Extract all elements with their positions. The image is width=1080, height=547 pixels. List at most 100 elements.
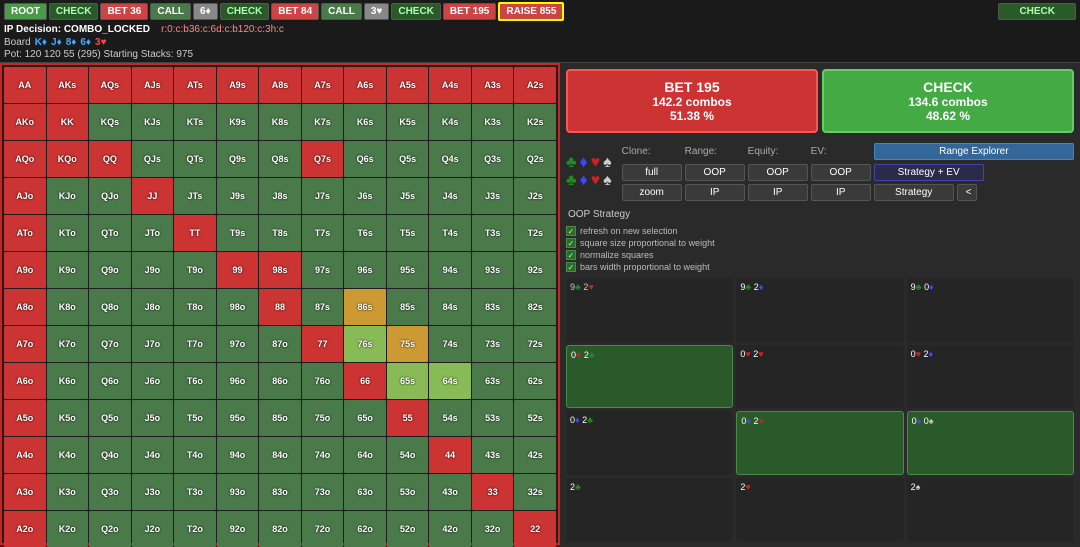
matrix-cell-2-9[interactable]: Q5s xyxy=(387,141,429,177)
matrix-cell-5-0[interactable]: A9o xyxy=(4,252,46,288)
matrix-cell-6-3[interactable]: J8o xyxy=(132,289,174,325)
matrix-cell-1-10[interactable]: K4s xyxy=(429,104,471,140)
matrix-cell-10-12[interactable]: 42s xyxy=(514,437,556,473)
matrix-cell-12-12[interactable]: 22 xyxy=(514,511,556,547)
matrix-cell-1-9[interactable]: K5s xyxy=(387,104,429,140)
matrix-cell-5-3[interactable]: J9o xyxy=(132,252,174,288)
matrix-cell-4-6[interactable]: T8s xyxy=(259,215,301,251)
matrix-cell-1-6[interactable]: K8s xyxy=(259,104,301,140)
matrix-cell-4-4[interactable]: TT xyxy=(174,215,216,251)
matrix-cell-6-11[interactable]: 83s xyxy=(472,289,514,325)
matrix-cell-2-8[interactable]: Q6s xyxy=(344,141,386,177)
matrix-cell-4-8[interactable]: T6s xyxy=(344,215,386,251)
matrix-cell-7-4[interactable]: T7o xyxy=(174,326,216,362)
matrix-cell-11-2[interactable]: Q3o xyxy=(89,474,131,510)
matrix-cell-6-0[interactable]: A8o xyxy=(4,289,46,325)
card-cell-3[interactable]: 0♥ 2♣ xyxy=(566,345,733,409)
matrix-cell-11-10[interactable]: 43o xyxy=(429,474,471,510)
matrix-cell-9-7[interactable]: 75o xyxy=(302,400,344,436)
club-icon-1[interactable]: ♣ xyxy=(566,154,577,172)
matrix-cell-0-12[interactable]: A2s xyxy=(514,67,556,103)
matrix-cell-10-6[interactable]: 84o xyxy=(259,437,301,473)
matrix-cell-9-6[interactable]: 85o xyxy=(259,400,301,436)
matrix-cell-2-4[interactable]: QTs xyxy=(174,141,216,177)
matrix-cell-10-8[interactable]: 64o xyxy=(344,437,386,473)
card-cell-10[interactable]: 2♥ xyxy=(736,478,903,542)
matrix-cell-7-10[interactable]: 74s xyxy=(429,326,471,362)
matrix-cell-3-8[interactable]: J6s xyxy=(344,178,386,214)
matrix-cell-1-4[interactable]: KTs xyxy=(174,104,216,140)
matrix-cell-0-11[interactable]: A3s xyxy=(472,67,514,103)
matrix-cell-12-10[interactable]: 42o xyxy=(429,511,471,547)
matrix-cell-6-8[interactable]: 86s xyxy=(344,289,386,325)
matrix-cell-7-9[interactable]: 75s xyxy=(387,326,429,362)
matrix-cell-2-5[interactable]: Q9s xyxy=(217,141,259,177)
matrix-cell-9-4[interactable]: T5o xyxy=(174,400,216,436)
card-cell-4[interactable]: 0♥ 2♥ xyxy=(736,345,903,409)
matrix-cell-6-9[interactable]: 85s xyxy=(387,289,429,325)
matrix-cell-8-3[interactable]: J6o xyxy=(132,363,174,399)
matrix-cell-11-6[interactable]: 83o xyxy=(259,474,301,510)
cb-refresh[interactable]: ✓ xyxy=(566,226,576,236)
matrix-cell-5-8[interactable]: 96s xyxy=(344,252,386,288)
matrix-cell-12-8[interactable]: 62o xyxy=(344,511,386,547)
zoom-btn[interactable]: zoom xyxy=(622,184,682,201)
matrix-cell-12-1[interactable]: K2o xyxy=(47,511,89,547)
matrix-cell-10-0[interactable]: A4o xyxy=(4,437,46,473)
matrix-cell-6-6[interactable]: 88 xyxy=(259,289,301,325)
matrix-cell-3-4[interactable]: JTs xyxy=(174,178,216,214)
matrix-cell-1-5[interactable]: K9s xyxy=(217,104,259,140)
matrix-cell-1-8[interactable]: K6s xyxy=(344,104,386,140)
matrix-cell-7-8[interactable]: 76s xyxy=(344,326,386,362)
matrix-cell-12-6[interactable]: 82o xyxy=(259,511,301,547)
matrix-cell-2-2[interactable]: QQ xyxy=(89,141,131,177)
matrix-cell-4-2[interactable]: QTo xyxy=(89,215,131,251)
matrix-cell-5-1[interactable]: K9o xyxy=(47,252,89,288)
matrix-cell-9-8[interactable]: 65o xyxy=(344,400,386,436)
matrix-cell-12-7[interactable]: 72o xyxy=(302,511,344,547)
nav-raise855-btn[interactable]: RAISE 855 xyxy=(498,2,564,21)
matrix-cell-9-1[interactable]: K5o xyxy=(47,400,89,436)
nav-bet84-btn[interactable]: BET 84 xyxy=(271,3,319,20)
matrix-cell-11-9[interactable]: 53o xyxy=(387,474,429,510)
matrix-cell-9-9[interactable]: 55 xyxy=(387,400,429,436)
matrix-cell-9-12[interactable]: 52s xyxy=(514,400,556,436)
matrix-cell-5-6[interactable]: 98s xyxy=(259,252,301,288)
matrix-cell-1-1[interactable]: KK xyxy=(47,104,89,140)
matrix-cell-12-3[interactable]: J2o xyxy=(132,511,174,547)
matrix-cell-10-1[interactable]: K4o xyxy=(47,437,89,473)
matrix-cell-10-3[interactable]: J4o xyxy=(132,437,174,473)
matrix-cell-11-8[interactable]: 63o xyxy=(344,474,386,510)
matrix-cell-4-11[interactable]: T3s xyxy=(472,215,514,251)
matrix-cell-5-5[interactable]: 99 xyxy=(217,252,259,288)
nav-check2-btn[interactable]: CHECK xyxy=(220,3,270,20)
matrix-cell-2-3[interactable]: QJs xyxy=(132,141,174,177)
matrix-cell-2-11[interactable]: Q3s xyxy=(472,141,514,177)
matrix-cell-9-2[interactable]: Q5o xyxy=(89,400,131,436)
matrix-cell-5-4[interactable]: T9o xyxy=(174,252,216,288)
nav-check3-btn[interactable]: CHECK xyxy=(391,3,441,20)
matrix-cell-6-2[interactable]: Q8o xyxy=(89,289,131,325)
matrix-cell-10-9[interactable]: 54o xyxy=(387,437,429,473)
matrix-cell-11-5[interactable]: 93o xyxy=(217,474,259,510)
matrix-cell-0-4[interactable]: ATs xyxy=(174,67,216,103)
nav-bet36-btn[interactable]: BET 36 xyxy=(100,3,148,20)
matrix-cell-4-5[interactable]: T9s xyxy=(217,215,259,251)
matrix-cell-2-1[interactable]: KQo xyxy=(47,141,89,177)
matrix-cell-10-11[interactable]: 43s xyxy=(472,437,514,473)
matrix-cell-0-0[interactable]: AA xyxy=(4,67,46,103)
nav-call1-btn[interactable]: CALL xyxy=(150,3,191,20)
spade-icon-1[interactable]: ♠ xyxy=(603,154,612,172)
matrix-cell-5-12[interactable]: 92s xyxy=(514,252,556,288)
card-cell-6[interactable]: 0♦ 2♣ xyxy=(566,411,733,475)
matrix-cell-11-0[interactable]: A3o xyxy=(4,474,46,510)
matrix-cell-4-12[interactable]: T2s xyxy=(514,215,556,251)
matrix-cell-4-7[interactable]: T7s xyxy=(302,215,344,251)
matrix-cell-12-5[interactable]: 92o xyxy=(217,511,259,547)
matrix-cell-12-9[interactable]: 52o xyxy=(387,511,429,547)
nav-bet195-btn[interactable]: BET 195 xyxy=(443,3,496,20)
matrix-cell-8-6[interactable]: 86o xyxy=(259,363,301,399)
matrix-cell-9-10[interactable]: 54s xyxy=(429,400,471,436)
card-cell-9[interactable]: 2♣ xyxy=(566,478,733,542)
matrix-cell-12-4[interactable]: T2o xyxy=(174,511,216,547)
